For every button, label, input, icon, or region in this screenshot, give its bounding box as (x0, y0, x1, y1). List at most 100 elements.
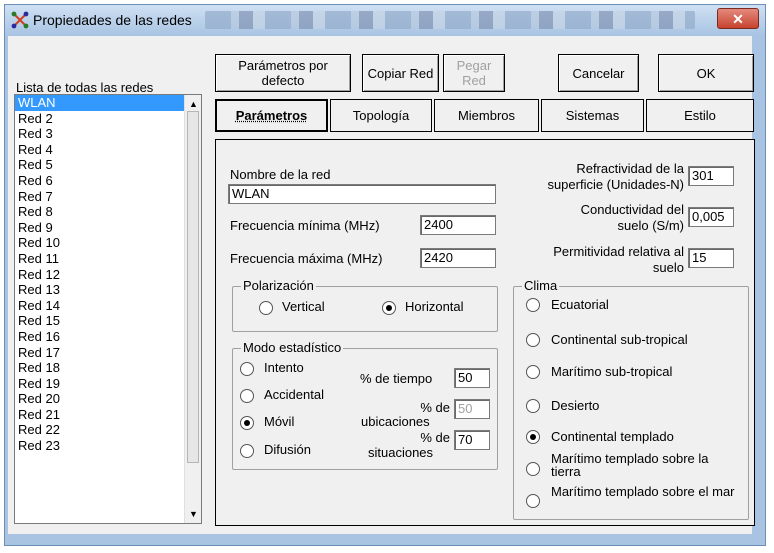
climate-maritimo-templado-tierra-radio[interactable] (526, 462, 540, 476)
max-freq-label: Frecuencia máxima (MHz) (230, 251, 383, 266)
network-list-item[interactable]: Red 12 (15, 267, 201, 283)
mode-movil-label: Móvil (264, 414, 295, 429)
network-list-item[interactable]: Red 21 (15, 407, 201, 423)
climate-title: Clima (522, 278, 560, 293)
mode-accidental-radio[interactable] (240, 389, 254, 403)
tab-parametros[interactable]: Parámetros (215, 99, 328, 132)
network-list[interactable]: WLAN Red 2 Red 3 Red 4 Red 5 Red 6 Red 7 Red 8R… (14, 94, 202, 524)
network-list-item[interactable]: Red 10 (15, 235, 201, 251)
min-freq-label: Frecuencia mínima (MHz) (230, 218, 380, 233)
network-list-item[interactable]: Red 23 (15, 438, 201, 454)
climate-continental-subtropical-radio[interactable] (526, 333, 540, 347)
tab-label: Miembros (457, 108, 516, 123)
network-list-item[interactable]: Red 14 (15, 298, 201, 314)
network-list-item[interactable]: Red 22 (15, 422, 201, 438)
polarization-title: Polarización (241, 278, 316, 293)
network-list-item[interactable]: Red 2 (15, 111, 201, 127)
climate-maritimo-subtropical-label: Marítimo sub-tropical (551, 364, 673, 379)
network-list-item[interactable]: WLAN (15, 95, 201, 111)
refractivity-label-line1: Refractividad de la (576, 161, 684, 176)
mode-movil-radio[interactable] (240, 416, 254, 430)
situations-percent-field[interactable]: 70 (454, 430, 490, 450)
climate-ecuatorial-radio[interactable] (526, 298, 540, 312)
network-list-item[interactable]: Red 11 (15, 251, 201, 267)
network-app-icon (11, 11, 29, 29)
max-freq-field[interactable]: 2420 (420, 248, 496, 268)
situations-percent-label-line1: % de (420, 430, 450, 445)
close-button[interactable]: ✕ (717, 8, 759, 29)
locations-percent-label-line1: % de (420, 400, 450, 415)
network-list-item[interactable]: Red 4 (15, 142, 201, 158)
polarization-vertical-radio[interactable] (259, 301, 273, 315)
mode-intento-radio[interactable] (240, 362, 254, 376)
tab-sistemas[interactable]: Sistemas (541, 99, 644, 132)
network-list-items: WLAN Red 2 Red 3 Red 4 Red 5 Red 6 Red 7 Red 8R… (15, 95, 201, 454)
polarization-horizontal-radio[interactable] (382, 301, 396, 315)
title-bar[interactable]: Propiedades de las redes ✕ (5, 5, 765, 35)
locations-percent-field[interactable]: 50 (454, 399, 490, 419)
background-toolbar-blur (205, 11, 695, 29)
network-list-scrollbar[interactable]: ▲ ▼ (184, 95, 201, 523)
network-list-item[interactable]: Red 19 (15, 376, 201, 392)
scroll-up-icon[interactable]: ▲ (189, 99, 198, 109)
network-list-item[interactable]: Red 17 (15, 345, 201, 361)
time-percent-label: % de tiempo (360, 371, 433, 386)
climate-desierto-radio[interactable] (526, 399, 540, 413)
climate-continental-subtropical-label: Continental sub-tropical (551, 332, 688, 347)
network-list-label: Lista de todas las redes (16, 80, 154, 95)
min-freq-field[interactable]: 2400 (420, 215, 496, 235)
climate-maritimo-templado-mar-radio[interactable] (526, 494, 540, 508)
tab-label: Estilo (684, 108, 716, 123)
climate-continental-templado-radio[interactable] (526, 430, 540, 444)
network-list-item[interactable]: Red 13 (15, 282, 201, 298)
network-name-label: Nombre de la red (230, 167, 331, 182)
scrollbar-thumb[interactable] (187, 111, 199, 463)
climate-maritimo-subtropical-radio[interactable] (526, 365, 540, 379)
window-title: Propiedades de las redes (33, 12, 192, 28)
cancel-button[interactable]: Cancelar (558, 54, 639, 92)
time-percent-field[interactable]: 50 (454, 368, 490, 388)
conductivity-label-line1: Conductividad del (580, 202, 684, 217)
network-list-item[interactable]: Red 3 (15, 126, 201, 142)
polarization-vertical-label: Vertical (282, 299, 325, 314)
network-list-item[interactable]: Red 16 (15, 329, 201, 345)
mode-difusion-radio[interactable] (240, 444, 254, 458)
refractivity-field[interactable]: 301 (688, 166, 734, 186)
refractivity-label-line2: superficie (Unidades-N) (547, 177, 684, 192)
permittivity-label-line1: Permitividad relativa al (553, 244, 684, 259)
conductivity-label-line2: suelo (S/m) (617, 218, 684, 233)
conductivity-field[interactable]: 0,005 (688, 207, 734, 227)
network-list-item[interactable]: Red 5 (15, 157, 201, 173)
climate-desierto-label: Desierto (551, 398, 600, 413)
mode-difusion-label: Difusión (264, 442, 311, 457)
paste-network-button[interactable]: Pegar Red (443, 54, 505, 92)
network-list-item[interactable]: Red 6 (15, 173, 201, 189)
mode-accidental-label: Accidental (264, 387, 324, 402)
climate-maritimo-templado-mar-label: Marítimo templado sobre el mar (551, 484, 735, 499)
ok-button[interactable]: OK (658, 54, 754, 92)
tab-estilo[interactable]: Estilo (646, 99, 754, 132)
tab-miembros[interactable]: Miembros (434, 99, 539, 132)
tab-label: Sistemas (565, 108, 620, 123)
mode-intento-label: Intento (264, 360, 304, 375)
climate-maritimo-templado-tierra-label: Marítimo templado sobre la tierra (551, 451, 709, 479)
network-list-item[interactable]: Red 8 (15, 204, 201, 220)
permittivity-field[interactable]: 15 (688, 248, 734, 268)
climate-continental-templado-label: Continental templado (551, 429, 674, 444)
tab-topologia[interactable]: Topología (330, 99, 432, 132)
network-list-item[interactable]: Red 18 (15, 360, 201, 376)
default-params-button[interactable]: Parámetros por defecto (215, 54, 351, 92)
network-list-item[interactable]: Red 7 (15, 189, 201, 205)
copy-network-button[interactable]: Copiar Red (362, 54, 439, 92)
permittivity-label-line2: suelo (652, 260, 684, 275)
climate-ecuatorial-label: Ecuatorial (551, 297, 609, 312)
tab-label: Parámetros (235, 108, 308, 123)
network-list-item[interactable]: Red 9 (15, 220, 201, 236)
network-name-field[interactable]: WLAN (228, 184, 496, 204)
polarization-horizontal-label: Horizontal (405, 299, 464, 314)
situations-percent-label-line2: situaciones (368, 445, 434, 460)
statistical-mode-title: Modo estadístico (241, 340, 344, 355)
scroll-down-icon[interactable]: ▼ (189, 509, 198, 519)
network-list-item[interactable]: Red 20 (15, 391, 201, 407)
network-list-item[interactable]: Red 15 (15, 313, 201, 329)
